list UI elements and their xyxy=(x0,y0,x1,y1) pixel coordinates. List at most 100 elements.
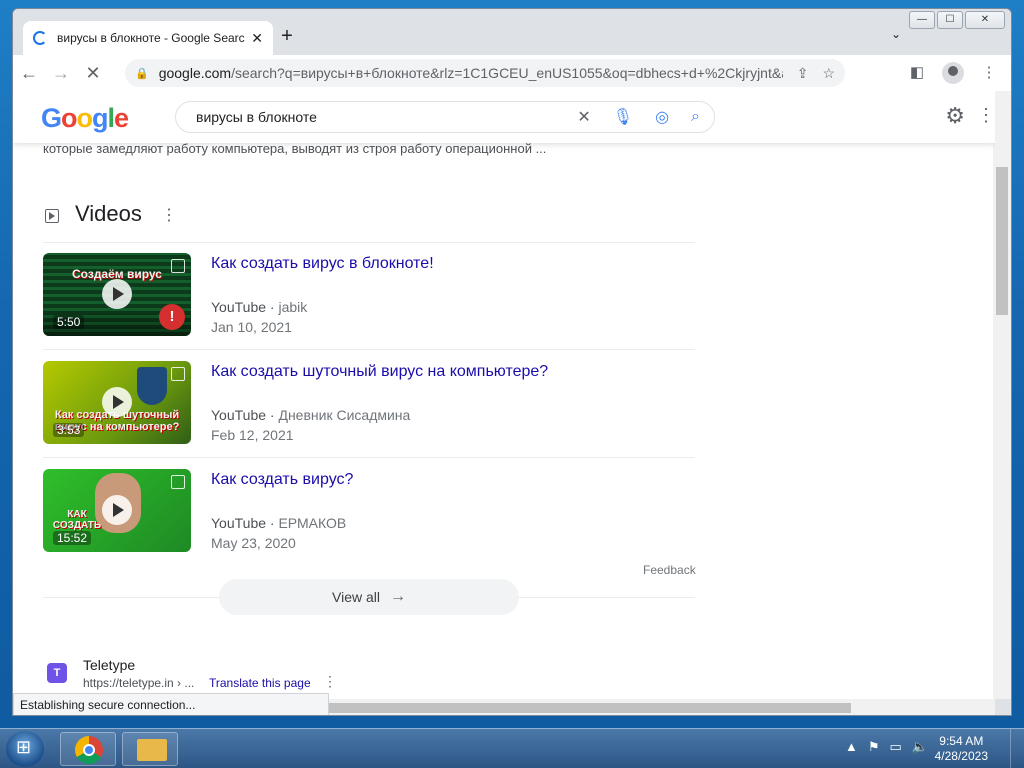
side-panel-icon[interactable]: ◧ xyxy=(903,59,931,87)
videos-section-header: Videos ⋮ xyxy=(43,201,695,235)
vertical-scrollbar[interactable] xyxy=(993,91,1011,699)
share-icon[interactable]: ⇪ xyxy=(797,65,809,82)
video-result[interactable]: КАК СОЗДАТЬ 15:52 Как создать вирус? You… xyxy=(43,469,695,559)
address-url[interactable]: google.com/search?q=вирусы+в+блокноте&rl… xyxy=(159,65,783,81)
microphone-icon[interactable]: 🎙 xyxy=(613,107,633,127)
video-title-link[interactable]: Как создать шуточный вирус на компьютере… xyxy=(211,363,548,381)
clear-icon[interactable]: ✕ xyxy=(577,107,590,127)
show-desktop-button[interactable] xyxy=(1010,729,1024,768)
google-logo-letter: o xyxy=(76,103,93,133)
taskbar-chrome[interactable] xyxy=(60,732,116,766)
system-tray: ▲ ⚑ ▭ 🔈 xyxy=(845,739,928,755)
divider xyxy=(43,242,695,243)
arrow-right-icon: → xyxy=(390,588,406,605)
google-header: Google вирусы в блокноте ✕ 🎙 ◎ ⌕ ⚙ ⋮ xyxy=(13,91,995,143)
new-tab-button[interactable]: + xyxy=(275,25,299,49)
tab-close-icon[interactable]: ✕ xyxy=(251,30,263,47)
video-thumbnail[interactable]: Как создать шуточный вирус на компьютере… xyxy=(43,361,191,444)
search-input[interactable]: вирусы в блокноте xyxy=(196,109,555,125)
videos-heading: Videos xyxy=(75,201,142,226)
search-box[interactable]: вирусы в блокноте ✕ 🎙 ◎ ⌕ xyxy=(175,101,715,133)
video-duration: 3:53 xyxy=(53,423,85,437)
video-date: Jan 10, 2021 xyxy=(211,319,292,335)
divider xyxy=(43,349,695,350)
taskbar: ▲ ⚑ ▭ 🔈 9:54 AM 4/28/2023 xyxy=(0,728,1024,768)
clock[interactable]: 9:54 AM 4/28/2023 xyxy=(935,734,988,764)
video-title-link[interactable]: Как создать вирус? xyxy=(211,471,353,489)
profile-avatar[interactable] xyxy=(942,62,964,84)
teletype-favicon: T xyxy=(47,663,67,683)
result-url[interactable]: https://teletype.in › ... xyxy=(83,676,194,690)
video-thumbnail[interactable]: КАК СОЗДАТЬ 15:52 xyxy=(43,469,191,552)
view-all-button[interactable]: View all → xyxy=(219,579,519,615)
video-platform: YouTube xyxy=(211,299,267,315)
tray-expand-icon[interactable]: ▲ xyxy=(845,739,858,755)
play-icon[interactable] xyxy=(102,279,132,309)
google-logo[interactable]: Google xyxy=(41,103,129,134)
search-icon[interactable]: ⌕ xyxy=(691,108,700,126)
close-window-button[interactable]: ✕ xyxy=(965,11,1005,29)
result-more-icon[interactable]: ⋮ xyxy=(323,673,337,690)
result-site-name[interactable]: Teletype xyxy=(83,657,135,673)
video-source: YouTube · ЕРМАКОВ xyxy=(211,515,347,531)
url-path: /search?q=вирусы+в+блокноте&rlz=1C1GCEU_… xyxy=(231,65,783,81)
translate-link[interactable]: Translate this page xyxy=(209,676,311,690)
video-date: May 23, 2020 xyxy=(211,535,296,551)
browser-toolbar: ← → ✕ 🔒 google.com/search?q=вирусы+в+бло… xyxy=(13,55,1011,91)
thumbnail-text: КАК СОЗДАТЬ xyxy=(52,509,102,531)
video-thumbnail[interactable]: Создаём вирус ! 5:50 xyxy=(43,253,191,336)
volume-icon[interactable]: 🔈 xyxy=(912,739,928,755)
maximize-button[interactable]: ☐ xyxy=(937,11,963,29)
video-duration: 15:52 xyxy=(53,531,92,545)
video-channel: ЕРМАКОВ xyxy=(278,515,347,531)
videos-more-icon[interactable]: ⋮ xyxy=(161,205,177,225)
video-duration: 5:50 xyxy=(53,315,85,329)
google-logo-letter: G xyxy=(41,103,62,133)
shield-icon xyxy=(137,367,167,405)
browser-window: вирусы в блокноте - Google Search ✕ + ⌄ … xyxy=(12,8,1012,716)
action-center-icon[interactable]: ⚑ xyxy=(868,739,880,755)
taskbar-explorer[interactable] xyxy=(122,732,178,766)
video-title-link[interactable]: Как создать вирус в блокноте! xyxy=(211,255,434,273)
tab-google-search[interactable]: вирусы в блокноте - Google Search ✕ xyxy=(23,21,273,55)
toolbar-right: ◧ ⋮ xyxy=(903,59,1003,87)
forward-button[interactable]: → xyxy=(45,57,77,89)
video-source: YouTube · jabik xyxy=(211,299,308,315)
network-icon[interactable]: ▭ xyxy=(890,739,902,755)
vertical-scroll-thumb[interactable] xyxy=(996,167,1008,315)
clock-date: 4/28/2023 xyxy=(934,749,988,763)
apps-menu-icon[interactable]: ⋮ xyxy=(977,105,995,126)
settings-gear-icon[interactable]: ⚙ xyxy=(945,103,965,129)
url-domain: google.com xyxy=(158,65,232,81)
feedback-link[interactable]: Feedback xyxy=(643,563,696,577)
warning-icon: ! xyxy=(159,304,185,330)
tab-strip: вирусы в блокноте - Google Search ✕ + ⌄ … xyxy=(13,9,1011,55)
camera-lens-icon[interactable]: ◎ xyxy=(655,107,669,127)
minimize-button[interactable]: — xyxy=(909,11,935,29)
video-result[interactable]: Как создать шуточный вирус на компьютере… xyxy=(43,361,695,451)
stop-button[interactable]: ✕ xyxy=(77,57,109,89)
video-platform: YouTube xyxy=(211,407,267,423)
google-logo-letter: e xyxy=(114,103,129,133)
horizontal-scroll-thumb[interactable] xyxy=(329,703,851,713)
folder-icon xyxy=(137,739,167,761)
video-channel: jabik xyxy=(278,299,308,315)
clock-time: 9:54 AM xyxy=(939,734,984,748)
divider xyxy=(43,457,695,458)
start-button[interactable] xyxy=(6,731,44,767)
expand-icon xyxy=(171,259,185,273)
play-icon[interactable] xyxy=(102,495,132,525)
expand-icon xyxy=(171,367,185,381)
play-icon[interactable] xyxy=(102,387,132,417)
video-result[interactable]: Создаём вирус ! 5:50 Как создать вирус в… xyxy=(43,253,695,343)
chrome-menu-icon[interactable]: ⋮ xyxy=(975,59,1003,87)
bookmark-star-icon[interactable]: ☆ xyxy=(822,65,835,82)
chrome-icon xyxy=(75,736,103,764)
tab-search-icon[interactable]: ⌄ xyxy=(891,27,901,41)
address-bar[interactable]: 🔒 google.com/search?q=вирусы+в+блокноте&… xyxy=(125,59,845,87)
google-logo-letter: g xyxy=(92,103,108,133)
back-button[interactable]: ← xyxy=(13,57,45,89)
google-logo-letter: o xyxy=(61,103,77,133)
page-content: Google вирусы в блокноте ✕ 🎙 ◎ ⌕ ⚙ ⋮ кот… xyxy=(13,91,995,699)
lock-icon[interactable]: 🔒 xyxy=(135,67,149,80)
